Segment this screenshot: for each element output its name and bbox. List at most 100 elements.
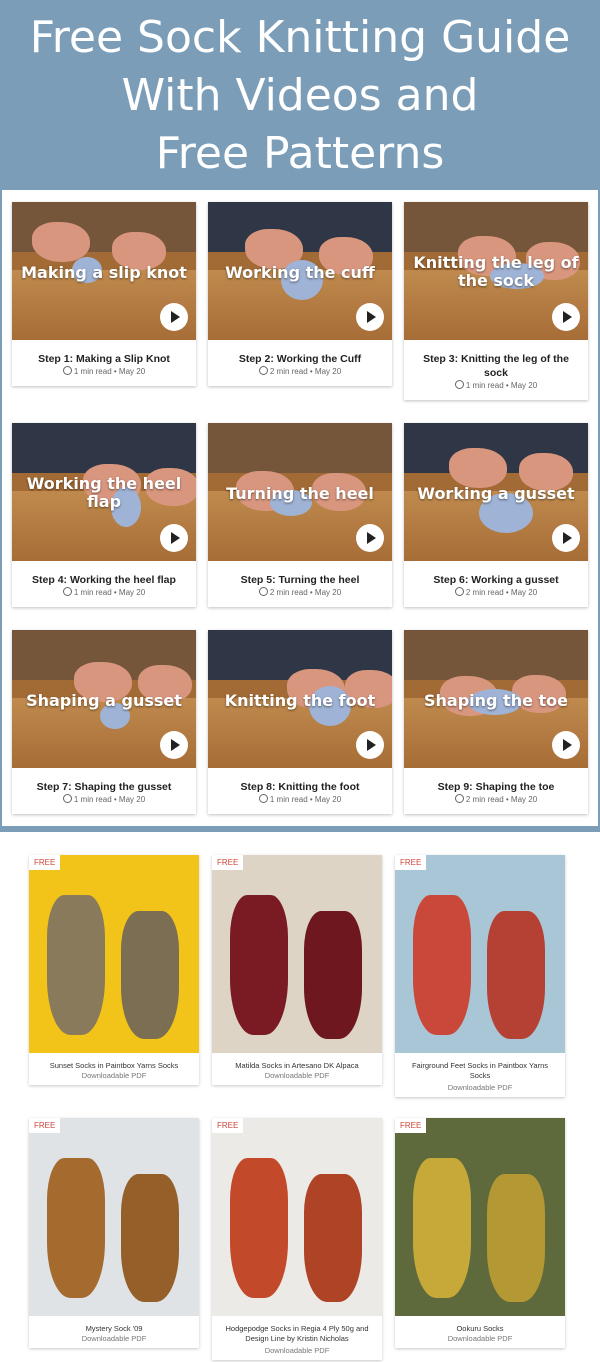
video-card[interactable]: Making a slip knot Step 1: Making a Slip … xyxy=(12,202,196,386)
pattern-card[interactable]: FREE Mystery Sock '09 Downloadable PDF xyxy=(29,1118,199,1348)
video-caption: Working the heel flap xyxy=(26,474,182,511)
play-icon[interactable] xyxy=(356,524,384,552)
video-meta-text: 1 min read • May 20 xyxy=(73,795,146,804)
play-icon[interactable] xyxy=(552,731,580,759)
pattern-title[interactable]: Mystery Sock '09 xyxy=(35,1324,193,1334)
video-caption: Shaping the toe xyxy=(423,691,568,710)
pattern-title[interactable]: Hodgepodge Socks in Regia 4 Ply 50g and … xyxy=(218,1324,376,1344)
video-title[interactable]: Step 5: Turning the heel xyxy=(214,573,386,587)
video-caption: Shaping a gusset xyxy=(26,691,182,710)
video-card[interactable]: Knitting the foot Step 8: Knitting the fo… xyxy=(208,630,392,814)
pattern-format: Downloadable PDF xyxy=(447,1334,513,1343)
pattern-card[interactable]: FREE Hodgepodge Socks in Regia 4 Ply 50g … xyxy=(212,1118,382,1360)
video-card[interactable]: Turning the heel Step 5: Turning the heel… xyxy=(208,423,392,607)
video-meta: 2 min read • May 20 xyxy=(404,794,588,804)
video-card[interactable]: Knitting the leg of the sock Step 3: Knit… xyxy=(404,202,588,400)
pattern-card[interactable]: FREE Ookuru Socks Downloadable PDF xyxy=(395,1118,565,1348)
pattern-image[interactable]: FREE xyxy=(395,1118,565,1316)
video-meta: 1 min read • May 20 xyxy=(12,366,196,376)
video-meta: 2 min read • May 20 xyxy=(404,587,588,597)
video-caption: Working a gusset xyxy=(417,484,575,503)
video-thumbnail[interactable]: Knitting the leg of the sock xyxy=(404,202,588,340)
video-title[interactable]: Step 7: Shaping the gusset xyxy=(18,780,190,794)
clock-icon xyxy=(62,587,72,596)
pattern-title[interactable]: Matilda Socks in Artesano DK Alpaca xyxy=(218,1061,376,1071)
video-guide-panel: Making a slip knot Step 1: Making a Slip … xyxy=(0,190,600,832)
video-title[interactable]: Step 4: Working the heel flap xyxy=(18,573,190,587)
title-line-1: Free Sock Knitting Guide xyxy=(29,12,571,63)
video-title[interactable]: Step 2: Working the Cuff xyxy=(214,352,386,366)
title-line-3: Free Patterns xyxy=(155,128,445,179)
video-thumbnail[interactable]: Turning the heel xyxy=(208,423,392,561)
video-thumbnail[interactable]: Shaping the toe xyxy=(404,630,588,768)
pattern-format: Downloadable PDF xyxy=(264,1346,330,1355)
video-meta: 1 min read • May 20 xyxy=(12,794,196,804)
video-meta-text: 1 min read • May 20 xyxy=(73,367,146,376)
video-title[interactable]: Step 3: Knitting the leg of the sock xyxy=(410,352,582,380)
video-thumbnail[interactable]: Working a gusset xyxy=(404,423,588,561)
title-banner: Free Sock Knitting Guide With Videos and… xyxy=(0,0,600,190)
video-caption: Working the cuff xyxy=(225,263,375,282)
play-icon[interactable] xyxy=(160,731,188,759)
pattern-image[interactable]: FREE xyxy=(395,855,565,1053)
clock-icon xyxy=(454,794,464,803)
video-meta-text: 1 min read • May 20 xyxy=(73,588,146,597)
video-grid: Making a slip knot Step 1: Making a Slip … xyxy=(2,190,598,826)
video-card[interactable]: Shaping the toe Step 9: Shaping the toe 2 … xyxy=(404,630,588,814)
title-line-2: With Videos and xyxy=(121,70,479,121)
video-meta: 1 min read • May 20 xyxy=(208,794,392,804)
clock-icon xyxy=(454,587,464,596)
video-thumbnail[interactable]: Working the cuff xyxy=(208,202,392,340)
pattern-card[interactable]: FREE Fairground Feet Socks in Paintbox Ya… xyxy=(395,855,565,1097)
pattern-card[interactable]: FREE Sunset Socks in Paintbox Yarns Socks… xyxy=(29,855,199,1085)
pattern-format: Downloadable PDF xyxy=(81,1334,147,1343)
video-meta-text: 1 min read • May 20 xyxy=(269,795,342,804)
pattern-image[interactable]: FREE xyxy=(212,855,382,1053)
play-icon[interactable] xyxy=(552,524,580,552)
play-icon[interactable] xyxy=(356,731,384,759)
pattern-format: Downloadable PDF xyxy=(264,1071,330,1080)
video-title[interactable]: Step 6: Working a gusset xyxy=(410,573,582,587)
pattern-image[interactable]: FREE xyxy=(29,1118,199,1316)
pattern-title[interactable]: Ookuru Socks xyxy=(401,1324,559,1334)
video-meta-text: 2 min read • May 20 xyxy=(465,795,538,804)
pattern-image[interactable]: FREE xyxy=(29,855,199,1053)
free-badge: FREE xyxy=(29,855,61,870)
clock-icon xyxy=(258,587,268,596)
pattern-title[interactable]: Fairground Feet Socks in Paintbox Yarns … xyxy=(401,1061,559,1081)
play-icon[interactable] xyxy=(160,524,188,552)
clock-icon xyxy=(454,380,464,389)
play-icon[interactable] xyxy=(552,303,580,331)
video-meta: 1 min read • May 20 xyxy=(12,587,196,597)
video-meta-text: 2 min read • May 20 xyxy=(465,588,538,597)
video-title[interactable]: Step 8: Knitting the foot xyxy=(214,780,386,794)
video-meta-text: 2 min read • May 20 xyxy=(269,367,342,376)
video-title[interactable]: Step 9: Shaping the toe xyxy=(410,780,582,794)
pattern-format: Downloadable PDF xyxy=(81,1071,147,1080)
video-thumbnail[interactable]: Knitting the foot xyxy=(208,630,392,768)
video-caption: Knitting the leg of the sock xyxy=(413,253,579,290)
video-caption: Making a slip knot xyxy=(21,263,187,282)
video-thumbnail[interactable]: Making a slip knot xyxy=(12,202,196,340)
video-meta-text: 1 min read • May 20 xyxy=(465,381,538,390)
free-badge: FREE xyxy=(395,1118,427,1133)
video-card[interactable]: Working a gusset Step 6: Working a gusset… xyxy=(404,423,588,607)
clock-icon xyxy=(258,794,268,803)
play-icon[interactable] xyxy=(160,303,188,331)
clock-icon xyxy=(62,794,72,803)
pattern-image[interactable]: FREE xyxy=(212,1118,382,1316)
video-meta: 1 min read • May 20 xyxy=(404,380,588,390)
video-card[interactable]: Shaping a gusset Step 7: Shaping the guss… xyxy=(12,630,196,814)
free-badge: FREE xyxy=(212,1118,244,1133)
video-card[interactable]: Working the heel flap Step 4: Working the… xyxy=(12,423,196,607)
video-card[interactable]: Working the cuff Step 2: Working the Cuff… xyxy=(208,202,392,386)
video-title[interactable]: Step 1: Making a Slip Knot xyxy=(18,352,190,366)
video-caption: Turning the heel xyxy=(226,484,374,503)
pattern-title[interactable]: Sunset Socks in Paintbox Yarns Socks xyxy=(35,1061,193,1071)
video-caption: Knitting the foot xyxy=(224,691,376,710)
pattern-card[interactable]: FREE Matilda Socks in Artesano DK Alpaca D… xyxy=(212,855,382,1085)
video-thumbnail[interactable]: Working the heel flap xyxy=(12,423,196,561)
free-badge: FREE xyxy=(29,1118,61,1133)
play-icon[interactable] xyxy=(356,303,384,331)
video-thumbnail[interactable]: Shaping a gusset xyxy=(12,630,196,768)
